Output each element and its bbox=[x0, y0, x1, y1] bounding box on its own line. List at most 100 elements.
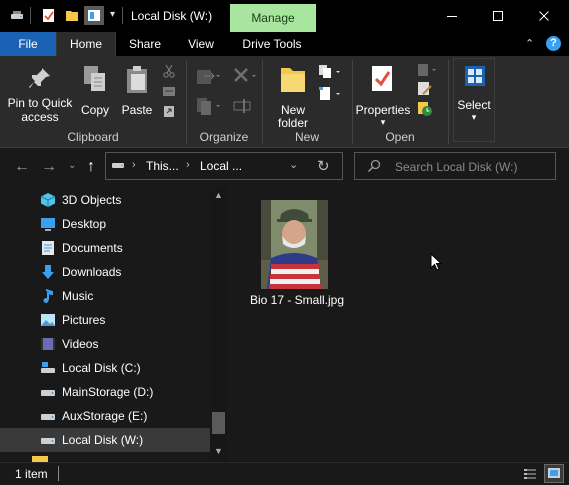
tab-manage[interactable]: Manage bbox=[230, 4, 316, 32]
copy-label: Copy bbox=[80, 103, 109, 117]
new-item-icon[interactable] bbox=[318, 64, 342, 83]
scrollbar-thumb[interactable] bbox=[212, 412, 225, 434]
properties-qat-icon[interactable] bbox=[42, 8, 56, 23]
new-group-label: New bbox=[294, 130, 319, 144]
nav-item-downloads[interactable]: Downloads bbox=[0, 260, 210, 284]
tab-view[interactable]: View bbox=[176, 32, 226, 56]
drive-icon bbox=[40, 432, 56, 448]
nav-item-pictures[interactable]: Pictures bbox=[0, 308, 210, 332]
copy-button[interactable]: Copy bbox=[76, 62, 114, 124]
large-icons-view-icon[interactable] bbox=[544, 464, 564, 483]
local-disk-icon bbox=[40, 360, 56, 376]
open-group-label: Open bbox=[385, 130, 415, 144]
minimize-button[interactable] bbox=[429, 0, 475, 32]
paste-shortcut-icon[interactable] bbox=[162, 104, 176, 121]
edit-icon[interactable] bbox=[417, 81, 433, 100]
group-separator bbox=[448, 60, 449, 144]
nav-pane-scrollbar[interactable]: ▲ ▼ bbox=[210, 186, 227, 462]
nav-item-label: 3D Objects bbox=[62, 193, 122, 207]
select-icon bbox=[464, 65, 486, 90]
search-icon bbox=[367, 159, 381, 176]
file-item[interactable]: Bio 17 - Small.jpg bbox=[245, 198, 349, 310]
nav-item-label: Downloads bbox=[62, 265, 122, 279]
help-icon[interactable]: ? bbox=[546, 36, 561, 51]
pin-to-quick-access-button[interactable]: Pin to Quick access bbox=[6, 62, 74, 124]
nav-item-3d-objects[interactable]: 3D Objects bbox=[0, 188, 210, 212]
nav-item-label: AuxStorage (E:) bbox=[62, 409, 148, 423]
title-bar: ▾ Local Disk (W:) Manage bbox=[0, 0, 569, 32]
address-dropdown-icon[interactable]: ⌄ bbox=[289, 158, 298, 171]
navigation-bar: ← → ⌄ ↑ › This... › Local ... ⌄ ↻ Search… bbox=[0, 148, 569, 186]
tab-home[interactable]: Home bbox=[56, 32, 116, 56]
nav-item-label: Desktop bbox=[62, 217, 107, 231]
nav-item-label: Music bbox=[62, 289, 94, 303]
forward-icon[interactable]: → bbox=[41, 158, 57, 176]
cut-icon[interactable] bbox=[162, 64, 176, 81]
pin-label-line2: access bbox=[21, 110, 59, 124]
nav-item-label: Pictures bbox=[62, 313, 106, 327]
folder-icon bbox=[279, 64, 307, 97]
nav-item-music[interactable]: Music bbox=[0, 284, 210, 308]
breadcrumb-local-disk[interactable]: Local ... bbox=[200, 159, 242, 173]
up-icon[interactable]: ↑ bbox=[87, 158, 95, 176]
image-thumbnail bbox=[261, 200, 328, 289]
drive-icon bbox=[10, 8, 24, 23]
properties-button[interactable]: Properties ▾ bbox=[354, 62, 412, 127]
open-icon[interactable] bbox=[417, 62, 439, 81]
tab-drive-tools[interactable]: Drive Tools bbox=[232, 32, 312, 56]
downloads-icon bbox=[40, 264, 56, 280]
breadcrumb-separator-icon[interactable]: › bbox=[132, 159, 136, 171]
nav-item-mainstorage-d[interactable]: MainStorage (D:) bbox=[0, 380, 210, 404]
details-view-icon[interactable] bbox=[522, 466, 538, 485]
new-folder-label-line2: folder bbox=[277, 116, 309, 130]
back-icon[interactable]: ← bbox=[14, 158, 30, 176]
new-folder-qat-icon[interactable] bbox=[65, 8, 79, 23]
nav-item-local-disk-w[interactable]: Local Disk (W:) bbox=[0, 428, 210, 452]
nav-item-label: Videos bbox=[62, 337, 99, 351]
rename-icon[interactable] bbox=[232, 96, 252, 119]
pictures-icon bbox=[40, 312, 56, 328]
item-count: 1 item bbox=[15, 467, 48, 481]
maximize-button[interactable] bbox=[475, 0, 521, 32]
nav-item-label: Documents bbox=[62, 241, 123, 255]
qat-dropdown-icon[interactable]: ▾ bbox=[110, 9, 115, 20]
nav-item-auxstorage-e[interactable]: AuxStorage (E:) bbox=[0, 404, 210, 428]
paste-button[interactable]: Paste bbox=[118, 62, 156, 124]
select-button[interactable]: Select ▾ bbox=[453, 58, 495, 142]
tab-share[interactable]: Share bbox=[120, 32, 170, 56]
status-bar: 1 item bbox=[0, 462, 569, 485]
delete-icon[interactable] bbox=[232, 66, 258, 89]
move-to-icon[interactable] bbox=[196, 66, 220, 89]
nav-item-documents[interactable]: Documents bbox=[0, 236, 210, 260]
easy-access-icon[interactable] bbox=[318, 86, 342, 105]
copy-to-icon[interactable] bbox=[196, 96, 220, 119]
scroll-up-icon[interactable]: ▲ bbox=[214, 190, 223, 200]
nav-item-desktop[interactable]: Desktop bbox=[0, 212, 210, 236]
nav-item-local-disk-c[interactable]: Local Disk (C:) bbox=[0, 356, 210, 380]
new-folder-button[interactable]: New folder bbox=[270, 62, 316, 130]
recent-locations-icon[interactable]: ⌄ bbox=[68, 160, 76, 171]
desktop-icon bbox=[40, 216, 56, 232]
close-button[interactable] bbox=[521, 0, 567, 32]
drive-icon bbox=[40, 384, 56, 400]
copy-path-icon[interactable] bbox=[162, 84, 176, 101]
ribbon: Pin to Quick access Copy Paste Clipboard… bbox=[0, 56, 569, 148]
nav-item-videos[interactable]: Videos bbox=[0, 332, 210, 356]
pin-icon bbox=[28, 66, 52, 95]
scroll-down-icon[interactable]: ▼ bbox=[214, 446, 223, 456]
paste-icon bbox=[124, 64, 150, 97]
drive-icon bbox=[40, 408, 56, 424]
properties-dropdown-icon[interactable]: ▾ bbox=[354, 116, 412, 129]
search-box[interactable]: Search Local Disk (W:) bbox=[354, 152, 556, 180]
refresh-icon[interactable]: ↻ bbox=[317, 157, 330, 175]
history-icon[interactable] bbox=[417, 101, 433, 120]
breadcrumb-this-pc[interactable]: This... bbox=[146, 159, 179, 173]
tab-file[interactable]: File bbox=[0, 32, 56, 56]
pin-label-line1: Pin to Quick bbox=[7, 96, 73, 110]
collapse-ribbon-icon[interactable]: ⌃ bbox=[525, 37, 534, 50]
qat-active-button[interactable] bbox=[84, 6, 104, 25]
breadcrumb-separator-icon[interactable]: › bbox=[186, 159, 190, 171]
properties-icon bbox=[370, 64, 396, 97]
qat-separator bbox=[122, 7, 123, 24]
address-bar[interactable]: › This... › Local ... ⌄ ↻ bbox=[105, 152, 343, 180]
